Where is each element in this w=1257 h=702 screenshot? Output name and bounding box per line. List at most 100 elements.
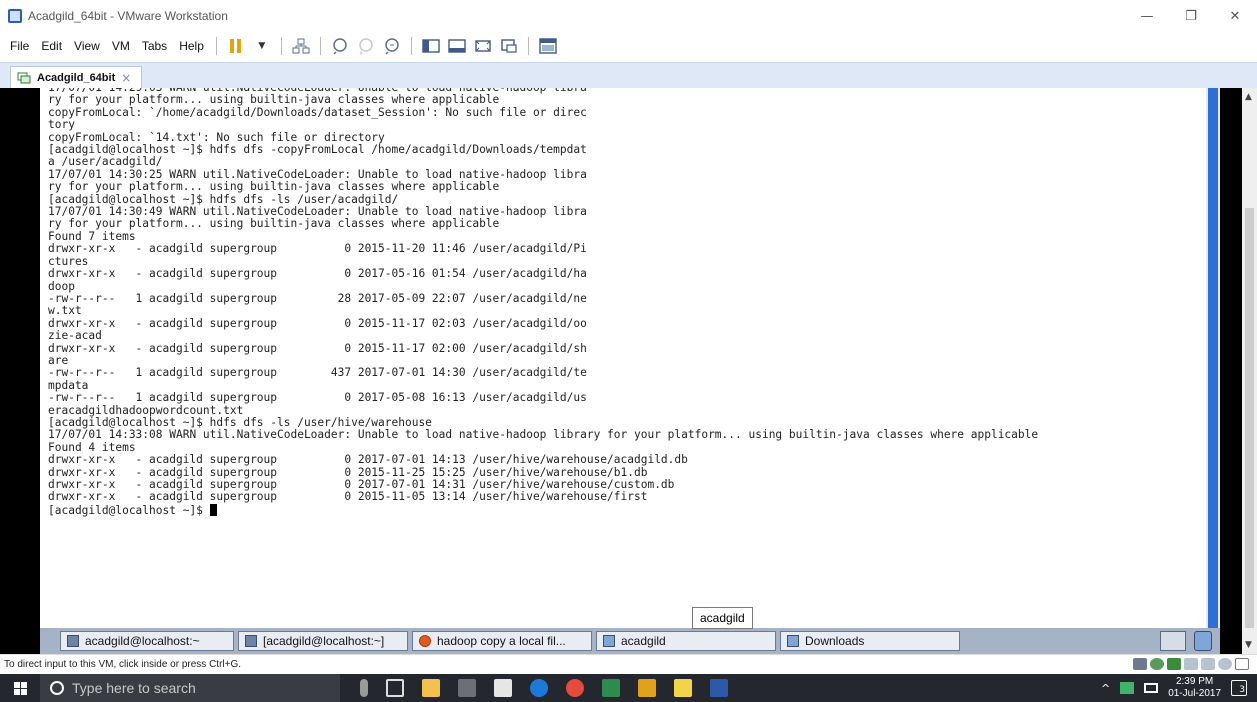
vm-display[interactable]: 17/07/01 14:29:03 WARN util.NativeCodeLo… [0,88,1257,654]
folder-icon [603,635,615,647]
snapshot-button[interactable] [329,36,351,56]
vm-tab-strip: Acadgild_64bit × [0,62,1257,89]
vm-view-scrollbar-thumb[interactable] [1245,208,1254,628]
menu-view[interactable]: View [68,39,106,53]
windows-logo-icon [13,681,27,695]
window-title: Acadgild_64bit - VMware Workstation [28,9,228,23]
guest-task-label: acadgild@localhost:~ [85,634,200,648]
console-view-icon [539,38,557,54]
show-library-button[interactable] [420,36,442,56]
restore-icon[interactable]: ❐ [1169,0,1213,32]
guest-task-terminal-2[interactable]: [acadgild@localhost:~] [238,631,408,651]
pause-icon [230,39,242,53]
chrome-icon[interactable] [566,679,584,697]
system-tray: ^ 2:39 PM 01-Jul-2017 3 [1101,674,1257,702]
clock-time: 2:39 PM [1175,676,1214,687]
vm-right-margin [1220,88,1242,654]
guest-task-label: hadoop copy a local fil... [437,634,566,648]
taskbar-clock[interactable]: 2:39 PM 01-Jul-2017 [1168,676,1221,700]
power-dropdown-icon[interactable]: ▼ [251,36,273,56]
pause-vm-button[interactable] [225,36,247,56]
revert-snapshot-icon [359,38,373,55]
unity-button[interactable] [498,36,520,56]
snapshot-manager-button[interactable] [381,36,403,56]
calculator-icon[interactable] [458,679,476,697]
guest-task-folder-downloads[interactable]: Downloads [780,631,960,651]
terminal-icon [67,635,79,647]
thumbnail-bar-button[interactable] [446,36,468,56]
guest-task-label: [acadgild@localhost:~] [263,634,385,648]
vmware-icon[interactable] [638,679,656,697]
guest-task-firefox[interactable]: hadoop copy a local fil... [412,631,592,651]
guest-taskbar: acadgild@localhost:~ [acadgild@localhost… [40,628,1220,654]
library-icon [422,39,440,53]
terminal-output[interactable]: 17/07/01 14:29:03 WARN util.NativeCodeLo… [40,88,1206,517]
task-view-icon[interactable] [386,679,404,697]
vm-tab-icon [17,72,31,83]
scroll-up-icon[interactable]: ▲ [1245,92,1252,102]
workspace-icon[interactable] [1194,631,1212,651]
show-hidden-icons-icon[interactable]: ^ [1101,682,1110,695]
menu-vm[interactable]: VM [106,39,136,53]
window-titlebar: Acadgild_64bit - VMware Workstation — ❐ … [0,0,1257,32]
clock-date: 01-Jul-2017 [1168,688,1221,699]
show-desktop-icon[interactable] [1160,631,1186,651]
window-controls: — ❐ ✕ [1125,0,1257,32]
excel-icon[interactable] [602,679,620,697]
edge-icon[interactable] [530,679,548,697]
file-explorer-icon[interactable] [422,679,440,697]
sticky-notes-icon[interactable] [674,679,692,697]
folder-icon [787,635,799,647]
action-center-icon[interactable]: 3 [1231,680,1247,696]
status-message: To direct input to this VM, click inside… [4,659,242,670]
cd-dvd-icon[interactable] [1150,658,1164,670]
terminal-window[interactable]: 17/07/01 14:29:03 WARN util.NativeCodeLo… [40,88,1206,628]
send-ctrl-alt-del-button[interactable] [290,36,312,56]
tab-close-icon[interactable]: × [121,71,131,85]
terminal-lines: 17/07/01 14:29:03 WARN util.NativeCodeLo… [48,88,1039,504]
scroll-down-icon[interactable]: ▼ [1245,640,1252,650]
store-icon[interactable] [494,679,512,697]
terminal-scrollbar-thumb[interactable] [1208,88,1218,628]
tab-acadgild-64bit[interactable]: Acadgild_64bit × [10,66,143,89]
microphone-icon[interactable] [360,679,368,697]
taskbar-search-box[interactable]: Type here to search [40,674,340,702]
terminal-cursor [209,503,217,516]
notification-count: 3 [1239,685,1245,695]
vm-view-scrollbar[interactable]: ▲ ▼ [1242,88,1257,654]
tab-label: Acadgild_64bit [37,72,116,84]
vmware-app-icon [8,9,22,23]
terminal-prompt: [acadgild@localhost ~]$ [48,503,210,517]
start-button[interactable] [0,674,40,702]
close-icon[interactable]: ✕ [1213,0,1257,32]
display-icon[interactable] [1201,658,1215,670]
tray-app-icon[interactable] [1120,682,1135,694]
thumbnail-icon [448,39,466,53]
terminal-scrollbar[interactable] [1206,88,1220,628]
revert-snapshot-button[interactable] [355,36,377,56]
network-adapter-icon[interactable] [1167,658,1181,670]
menu-help[interactable]: Help [173,39,210,53]
guest-task-label: Downloads [805,634,865,648]
console-view-button[interactable] [537,36,559,56]
toolbar-separator [280,37,282,55]
network-status-icon[interactable] [1144,683,1159,693]
hard-disk-icon[interactable] [1133,658,1147,670]
guest-task-terminal-1[interactable]: acadgild@localhost:~ [60,631,234,651]
full-screen-icon [475,40,491,52]
toolbar-separator [410,37,412,55]
full-screen-button[interactable] [472,36,494,56]
toolbar-separator [215,37,217,55]
menu-file[interactable]: File [4,39,35,53]
usb-icon[interactable] [1184,658,1198,670]
sound-icon[interactable] [1218,658,1232,670]
guest-task-folder-acadgild[interactable]: acadgild [596,631,776,651]
message-log-icon[interactable] [1235,658,1249,670]
host-taskbar: Type here to search ^ 2:39 PM 01-Jul-201… [0,674,1257,702]
toolbar-separator [527,37,529,55]
minimize-icon[interactable]: — [1125,0,1169,32]
word-icon[interactable] [710,679,728,697]
menu-edit[interactable]: Edit [35,39,68,53]
unity-icon [501,39,517,53]
menu-tabs[interactable]: Tabs [136,39,173,53]
